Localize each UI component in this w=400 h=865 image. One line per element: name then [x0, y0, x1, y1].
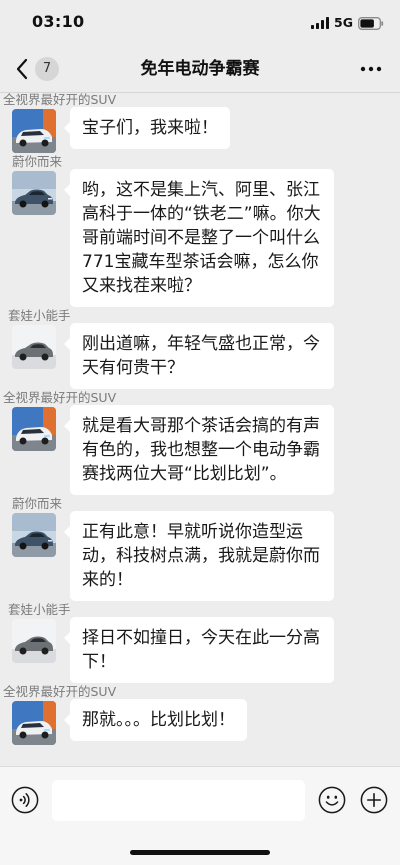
message-row: 哟，这不是集上汽、阿里、张江高科于一体的“铁老二”嘛。你大哥前端时间不是整了一个…: [0, 169, 400, 307]
plus-button[interactable]: [360, 786, 388, 814]
car-avatar-image: [12, 513, 56, 557]
message-bubble[interactable]: 刚出道嘛，年轻气盛也正常，今天有何贵干？: [64, 323, 334, 389]
status-icons: 5G: [311, 16, 384, 30]
message: 全视界最好开的SUV 就是看大哥那个茶话会搞的有声有色的，我也想整一个电动争霸赛…: [0, 391, 400, 495]
status-bar: 03:10 5G: [0, 0, 400, 45]
avatar[interactable]: [12, 701, 56, 745]
signal-bar: [321, 20, 325, 29]
home-indicator[interactable]: [130, 850, 270, 855]
plus-icon: [360, 786, 388, 814]
chat-title: 免年电动争霸赛: [140, 59, 260, 79]
chevron-left-icon: [16, 58, 28, 80]
message-row: 正有此意！早就听说你造型运动，科技树点满，我就是蔚你而来的！: [0, 511, 400, 601]
sender-name: 全视界最好开的SUV: [3, 93, 117, 107]
avatar[interactable]: [12, 109, 56, 153]
sender-name: 蔚你而来: [12, 496, 63, 511]
nav-bar: 7 免年电动争霸赛: [0, 45, 400, 93]
chat-screen: 03:10 5G 7 免年电动争霸赛 全视界最好开的SUV 宝子们，我来啦！ 蔚…: [0, 0, 400, 865]
message-row: 就是看大哥那个茶话会搞的有声有色的，我也想整一个电动争霸赛找两位大哥“比划比划”…: [0, 405, 400, 495]
avatar[interactable]: [12, 513, 56, 557]
clock: 03:10: [32, 12, 85, 31]
signal-icon: [311, 17, 330, 29]
signal-bar: [311, 25, 315, 29]
sender-name: 蔚你而来: [12, 154, 63, 169]
message: 蔚你而来 哟，这不是集上汽、阿里、张江高科于一体的“铁老二”嘛。你大哥前端时间不…: [0, 155, 400, 307]
signal-bar: [316, 23, 320, 29]
voice-button[interactable]: [11, 786, 39, 814]
input-bar: [0, 766, 400, 865]
car-avatar-image: [12, 171, 56, 215]
message-row: 宝子们，我来啦！: [0, 107, 400, 153]
avatar[interactable]: [12, 325, 56, 369]
message-list[interactable]: 全视界最好开的SUV 宝子们，我来啦！ 蔚你而来 哟，这不是集上汽、阿里、张江高…: [0, 93, 400, 766]
more-button[interactable]: [358, 63, 384, 75]
unread-count-badge: 7: [35, 57, 59, 81]
message-row: 刚出道嘛，年轻气盛也正常，今天有何贵干？: [0, 323, 400, 389]
avatar[interactable]: [12, 407, 56, 451]
voice-icon: [11, 786, 39, 814]
car-avatar-image: [12, 325, 56, 369]
message: 全视界最好开的SUV 那就。。。比划比划！: [0, 685, 400, 745]
message-bubble[interactable]: 那就。。。比划比划！: [64, 699, 247, 741]
car-avatar-image: [12, 109, 56, 153]
message: 全视界最好开的SUV 宝子们，我来啦！: [0, 93, 400, 153]
message-bubble[interactable]: 宝子们，我来啦！: [64, 107, 230, 149]
avatar[interactable]: [12, 171, 56, 215]
message-bubble[interactable]: 就是看大哥那个茶话会搞的有声有色的，我也想整一个电动争霸赛找两位大哥“比划比划”…: [64, 405, 334, 495]
car-avatar-image: [12, 619, 56, 663]
battery-icon: [358, 16, 384, 30]
emoji-button[interactable]: [318, 786, 346, 814]
message: 套娃小能手 择日不如撞日，今天在此一分高下！: [0, 603, 400, 683]
battery-level-fill: [360, 18, 374, 28]
message-bubble[interactable]: 哟，这不是集上汽、阿里、张江高科于一体的“铁老二”嘛。你大哥前端时间不是整了一个…: [64, 169, 334, 307]
sender-name: 全视界最好开的SUV: [3, 390, 117, 405]
emoji-icon: [318, 786, 346, 814]
avatar[interactable]: [12, 619, 56, 663]
sender-name: 全视界最好开的SUV: [3, 684, 117, 699]
sender-name: 套娃小能手: [8, 602, 71, 617]
message-bubble[interactable]: 正有此意！早就听说你造型运动，科技树点满，我就是蔚你而来的！: [64, 511, 334, 601]
message: 套娃小能手 刚出道嘛，年轻气盛也正常，今天有何贵干？: [0, 309, 400, 389]
car-avatar-image: [12, 701, 56, 745]
network-type: 5G: [334, 15, 353, 30]
more-dots-icon: [360, 66, 382, 72]
signal-bar: [326, 17, 330, 29]
message-row: 择日不如撞日，今天在此一分高下！: [0, 617, 400, 683]
back-button[interactable]: 7: [12, 57, 62, 81]
message-input[interactable]: [52, 780, 305, 821]
message-bubble[interactable]: 择日不如撞日，今天在此一分高下！: [64, 617, 334, 683]
message: 蔚你而来 正有此意！早就听说你造型运动，科技树点满，我就是蔚你而来的！: [0, 497, 400, 601]
car-avatar-image: [12, 407, 56, 451]
sender-name: 套娃小能手: [8, 308, 71, 323]
message-row: 那就。。。比划比划！: [0, 699, 400, 745]
